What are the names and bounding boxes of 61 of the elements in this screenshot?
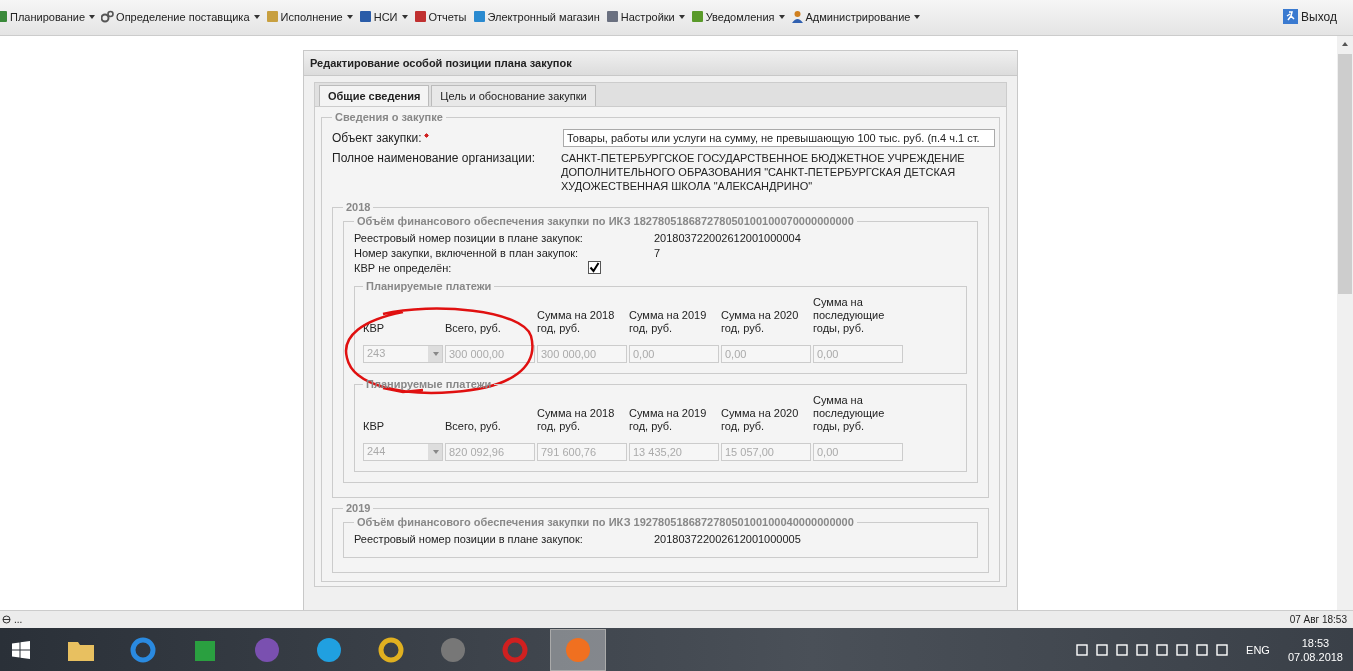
field-value: 7	[654, 246, 661, 261]
column-header: Всего, руб.	[445, 322, 502, 336]
field-label: КВР не определён:	[354, 261, 453, 276]
menu-item[interactable]: Администрирование	[790, 10, 921, 23]
section-legend: Планируемые платежи	[363, 280, 495, 292]
exit-icon	[1283, 9, 1299, 24]
globe-icon	[2, 615, 11, 624]
section-legend: Сведения о закупке	[332, 111, 446, 123]
column-header: Сумма на 2018 год, руб.	[537, 309, 616, 336]
column-header: Сумма на последующие годы, руб.	[813, 394, 886, 434]
section-legend: Объём финансового обеспечения закупки по ИКЗ 182780518687278050100100070000000000	[354, 215, 857, 227]
tray-icon[interactable]	[1176, 643, 1189, 656]
tray-icon[interactable]	[1076, 643, 1089, 656]
field-label: Реестровый номер позиции в плане закупок:	[354, 532, 584, 547]
menu-item[interactable]: Планирование	[0, 10, 96, 23]
column-header: Сумма на 2020 год, руб.	[721, 407, 800, 434]
column-header: Всего, руб.	[445, 420, 502, 434]
clock[interactable]: 18:53 07.08.2018	[1287, 635, 1343, 664]
field-value: САНКТ-ПЕТЕРБУРГСКОЕ ГОСУДАРСТВЕННОЕ БЮДЖЕТНОЕ УЧРЕЖДЕНИЕ ДОПОЛНИТЕЛЬНОГО ОБРАЗОВАНИЯ "САНКТ-ПЕТЕРБУРГСКАЯ ДЕТСКАЯ ХУДОЖЕСТВЕННАЯ ШКОЛА "АЛЕКСАНДРИНО"	[561, 151, 966, 193]
menu-item[interactable]: Отчеты	[413, 10, 467, 23]
field-value: 201803722002612001000004	[654, 231, 801, 246]
tray-icon[interactable]	[1096, 643, 1109, 656]
checkbox[interactable]	[588, 261, 601, 274]
tray-icon[interactable]	[1156, 643, 1169, 656]
menu-item[interactable]: НСИ	[358, 10, 408, 23]
column-header: КВР	[363, 322, 386, 336]
scrollbar[interactable]	[1337, 36, 1353, 610]
field-label: Объект закупки:	[332, 131, 429, 145]
menu-item[interactable]: Уведомления	[690, 10, 785, 23]
status-text: 07 Авг 18:53	[1289, 614, 1347, 625]
menu-item[interactable]: Определение поставщика	[101, 10, 260, 23]
menu-item[interactable]: Настройки	[605, 10, 685, 23]
menu-item[interactable]: Электронный магазин	[472, 10, 600, 23]
menu-item[interactable]: Исполнение	[265, 10, 353, 23]
tray-icon[interactable]	[1196, 643, 1209, 656]
person-icon	[790, 10, 804, 23]
year-legend: 2018	[343, 201, 374, 213]
year-legend: 2019	[343, 502, 374, 514]
tab[interactable]: Общие сведения	[319, 85, 430, 106]
logout-link[interactable]: Выход	[1283, 0, 1337, 24]
field-label: Номер закупки, включенной в план закупок:	[354, 246, 580, 261]
tray-icon[interactable]	[1136, 643, 1149, 656]
input-field[interactable]: Товары, работы или услуги на сумму, не превышающую 100 тыс. руб. (п.4 ч.1 ст.	[563, 129, 995, 147]
tab[interactable]: Цель и обоснование закупки	[431, 85, 596, 106]
tray-icon[interactable]	[1216, 643, 1229, 656]
column-header: Сумма на последующие годы, руб.	[813, 296, 886, 336]
field-label: Полное наименование организации:	[332, 151, 536, 167]
taskbar-button[interactable]	[550, 628, 606, 671]
gears-icon	[101, 10, 115, 23]
section-legend: Объём финансового обеспечения закупки по ИКЗ 192780518687278050100100040000000000	[354, 516, 857, 528]
column-header: Сумма на 2020 год, руб.	[721, 309, 800, 336]
column-header: Сумма на 2018 год, руб.	[537, 407, 616, 434]
status-text: ...	[14, 614, 23, 625]
field-value: 201803722002612001000005	[654, 532, 801, 547]
field-label: Реестровый номер позиции в плане закупок:	[354, 231, 584, 246]
column-header: Сумма на 2019 год, руб.	[629, 407, 708, 434]
tray-icon[interactable]	[1116, 643, 1129, 656]
column-header: КВР	[363, 420, 386, 434]
start-icon[interactable]	[12, 640, 30, 659]
language-indicator[interactable]: ENG	[1246, 643, 1270, 656]
column-header: Сумма на 2019 год, руб.	[629, 309, 708, 336]
